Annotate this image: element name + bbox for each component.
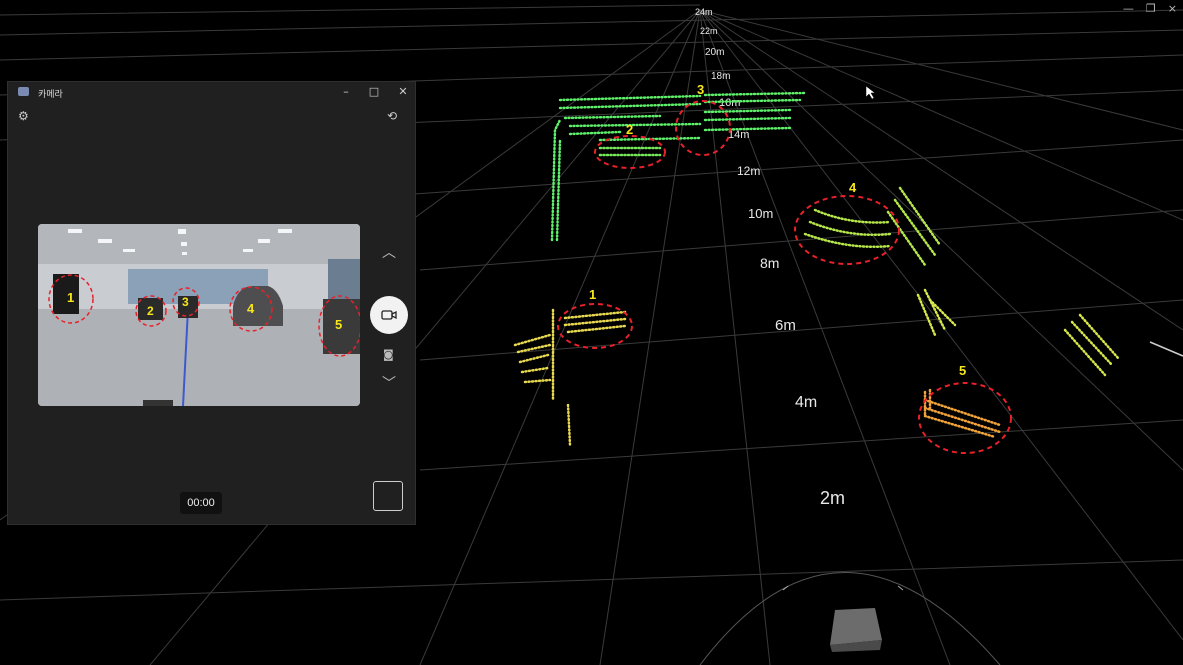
gear-icon[interactable]: ⚙ (18, 109, 29, 123)
edge-line (1149, 341, 1183, 357)
distance-labels: 24m 22m 20m 18m 16m 14m 12m 10m 8m 6m 4m… (695, 7, 845, 508)
camera-titlebar[interactable]: 카메라 – □ ✕ (8, 82, 415, 104)
camera-close-button[interactable]: ✕ (395, 85, 411, 98)
marker-label-2: 2 (626, 122, 633, 137)
host-window-controls: — ❐ × (1123, 2, 1177, 15)
mouse-cursor (865, 85, 876, 100)
preview-marker-3: 3 (182, 295, 189, 309)
camera-switch-icon[interactable]: ⟲ (387, 109, 397, 123)
chevron-down-icon[interactable]: ﹀ (382, 373, 396, 393)
marker-label-3: 3 (697, 82, 704, 97)
distance-label: 18m (711, 71, 730, 82)
camera-app-title: 카메라 (38, 89, 63, 99)
distance-label: 2m (820, 488, 845, 508)
host-minimize-button[interactable]: — (1123, 2, 1134, 15)
camera-icon[interactable]: ◙ (383, 348, 394, 361)
distance-label: 12m (737, 164, 760, 178)
last-capture-thumbnail[interactable] (373, 481, 403, 511)
cluster-5-points (923, 388, 1002, 439)
distance-label: 20m (705, 47, 724, 58)
marker-label-5: 5 (959, 363, 966, 378)
distance-label: 24m (695, 7, 713, 17)
preview-marker-2: 2 (147, 304, 154, 318)
marker-ring-2 (594, 135, 666, 169)
distance-label: 14m (728, 129, 749, 141)
camera-preview: 1 2 3 4 5 (38, 224, 360, 406)
camera-maximize-button[interactable]: □ (366, 85, 382, 98)
camera-app-icon (18, 87, 29, 96)
preview-marker-5: 5 (335, 317, 343, 332)
preview-marker-4: 4 (247, 301, 255, 316)
marker-rings (557, 100, 1012, 454)
distance-label: 16m (719, 97, 740, 109)
distance-label: 8m (760, 255, 779, 271)
marker-label-1: 1 (589, 287, 596, 302)
cluster-1-points (513, 308, 627, 447)
distance-label: 6m (775, 317, 796, 334)
recording-timer: 00:00 (180, 492, 222, 514)
preview-marker-1: 1 (67, 290, 75, 305)
sensor-unit (782, 585, 904, 652)
marker-label-4: 4 (849, 180, 857, 195)
post-points (916, 288, 1120, 377)
video-icon (381, 310, 397, 320)
host-close-button[interactable]: × (1168, 2, 1177, 15)
point-clusters (513, 91, 1120, 447)
distance-label: 22m (700, 26, 718, 36)
distance-label: 4m (795, 394, 817, 411)
chevron-up-icon[interactable]: ︿ (382, 242, 396, 262)
marker-ring-4 (794, 195, 900, 265)
cluster-2-points (598, 146, 662, 157)
distance-label: 10m (748, 206, 773, 221)
record-video-button[interactable] (370, 296, 408, 334)
marker-ring-3 (675, 100, 731, 156)
camera-minimize-button[interactable]: – (338, 85, 354, 98)
host-restore-button[interactable]: ❐ (1146, 2, 1156, 15)
camera-app-window: 카메라 – □ ✕ ⚙ ⟲ 1 2 3 4 5 ︿ ◙ ﹀ 00:00 (7, 81, 416, 525)
